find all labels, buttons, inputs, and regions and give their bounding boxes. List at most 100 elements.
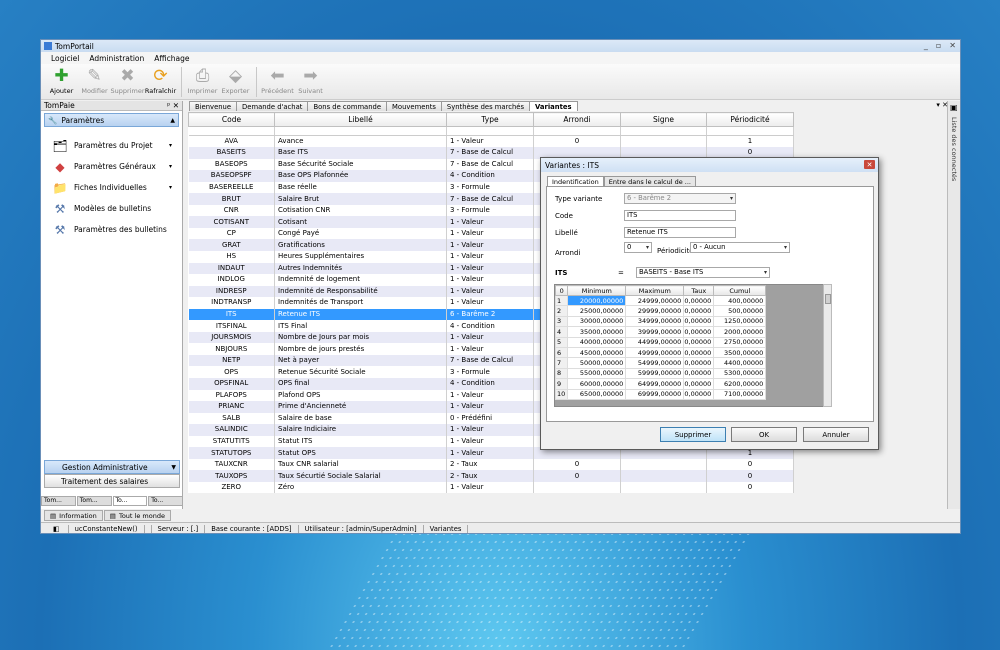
bareme-minimum-cell[interactable]: 30000,00000	[567, 315, 627, 328]
code-cell[interactable]: BASEREELLE	[188, 181, 275, 194]
empty-cell[interactable]	[446, 126, 534, 136]
type-cell[interactable]: 1 - Valeur	[446, 135, 534, 148]
category-parametres[interactable]: 🔧 Paramètres ▲	[44, 113, 179, 127]
bareme-cumul-cell[interactable]: 2750,00000	[713, 336, 767, 348]
code-cell[interactable]: ITS	[188, 308, 275, 321]
type-cell[interactable]: 1 - Valeur	[446, 481, 534, 494]
code-cell[interactable]: ITSFINAL	[188, 320, 275, 332]
periodicite-select[interactable]: 0 - Aucun ▾	[690, 242, 790, 253]
bareme-maximum-cell[interactable]: 29999,00000	[625, 305, 685, 317]
arrondi-select[interactable]: 0 ▾	[624, 242, 652, 253]
bareme-taux-cell[interactable]: 0,00000	[683, 326, 715, 338]
periodicite-cell[interactable]: 0	[706, 458, 794, 471]
bareme-minimum-cell[interactable]: 65000,00000	[567, 388, 627, 400]
bareme-cumul-cell[interactable]: 7100,00000	[713, 388, 767, 400]
bareme-taux-cell[interactable]: 0,00000	[683, 294, 715, 307]
empty-cell[interactable]	[188, 126, 275, 136]
tab-bons-commande[interactable]: Bons de commande	[307, 101, 388, 111]
print-button[interactable]: ⎙ Imprimer	[186, 64, 219, 95]
export-button[interactable]: ⬙ Exporter	[219, 64, 252, 95]
libelle-cell[interactable]: Taux CNR salarial	[274, 458, 447, 471]
libelle-cell[interactable]: Statut ITS	[274, 435, 447, 448]
bareme-col-cumul[interactable]: Cumul	[713, 285, 767, 296]
bareme-col-index[interactable]: 0	[555, 285, 569, 296]
bareme-cumul-cell[interactable]: 500,00000	[713, 305, 767, 317]
bareme-maximum-cell[interactable]: 59999,00000	[625, 367, 685, 380]
bareme-taux-cell[interactable]: 0,00000	[683, 388, 715, 400]
type-cell[interactable]: 2 - Taux	[446, 458, 534, 471]
libelle-cell[interactable]: Cotisation CNR	[274, 204, 447, 217]
code-cell[interactable]: CNR	[188, 204, 275, 217]
type-cell[interactable]: 1 - Valeur	[446, 239, 534, 251]
libelle-cell[interactable]: OPS final	[274, 377, 447, 390]
annuler-button[interactable]: Annuler	[803, 427, 869, 442]
signe-cell[interactable]	[620, 481, 707, 494]
bareme-row[interactable]: 5 40000,00000 44999,00000 0,00000 2750,00000	[555, 336, 767, 348]
code-cell[interactable]: BASEOPSPF	[188, 170, 275, 182]
type-variante-select[interactable]: 6 - Barême 2 ▾	[624, 193, 736, 204]
col-code[interactable]: Code	[188, 112, 275, 127]
type-cell[interactable]: 4 - Condition	[446, 377, 534, 390]
code-cell[interactable]: OPSFINAL	[188, 377, 275, 390]
libelle-cell[interactable]: Retenue ITS	[274, 308, 447, 321]
code-field[interactable]: ITS	[624, 210, 736, 221]
libelle-cell[interactable]: Salaire Brut	[274, 193, 447, 205]
type-cell[interactable]: 7 - Base de Calcul	[446, 147, 534, 159]
type-cell[interactable]: 7 - Base de Calcul	[446, 354, 534, 367]
bareme-taux-cell[interactable]: 0,00000	[683, 378, 715, 390]
code-cell[interactable]: PRIANC	[188, 401, 275, 413]
empty-cell[interactable]	[620, 126, 707, 136]
bareme-maximum-cell[interactable]: 39999,00000	[625, 326, 685, 338]
code-cell[interactable]: OPS	[188, 366, 275, 378]
type-cell[interactable]: 1 - Valeur	[446, 343, 534, 355]
bareme-cumul-cell[interactable]: 1250,00000	[713, 315, 767, 328]
bareme-taux-cell[interactable]: 0,00000	[683, 305, 715, 317]
code-cell[interactable]: INDAUT	[188, 262, 275, 275]
bareme-minimum-cell[interactable]: 20000,00000	[567, 294, 627, 307]
bareme-taux-cell[interactable]: 0,00000	[683, 357, 715, 369]
type-cell[interactable]: 1 - Valeur	[446, 424, 534, 436]
code-cell[interactable]: PLAFOPS	[188, 389, 275, 402]
libelle-cell[interactable]: Statut OPS	[274, 447, 447, 459]
bareme-index-cell[interactable]: 8	[555, 367, 569, 380]
nav-parametres-bulletins[interactable]: ⚒ Paramètres des bulletins	[41, 219, 182, 240]
code-cell[interactable]: COTISANT	[188, 216, 275, 228]
edit-button[interactable]: ✎ Modifier	[78, 64, 111, 95]
code-cell[interactable]: INDRESP	[188, 285, 275, 298]
type-cell[interactable]: 1 - Valeur	[446, 274, 534, 286]
signe-cell[interactable]	[620, 470, 707, 482]
bareme-row[interactable]: 7 50000,00000 54999,00000 0,00000 4400,00000	[555, 357, 767, 369]
libelle-cell[interactable]: Taux Sécurtié Sociale Salarial	[274, 470, 447, 482]
arrondi-cell[interactable]: 0	[533, 458, 621, 471]
code-cell[interactable]: SALINDIC	[188, 424, 275, 436]
mini-tab[interactable]: Tom...	[41, 496, 76, 506]
type-cell[interactable]: 1 - Valeur	[446, 447, 534, 459]
bareme-index-cell[interactable]: 10	[555, 388, 569, 400]
bareme-row[interactable]: 10 65000,00000 69999,00000 0,00000 7100,0000…	[555, 388, 767, 400]
base-select[interactable]: BASEITS - Base ITS ▾	[636, 267, 770, 278]
periodicite-cell[interactable]: 1	[706, 135, 794, 148]
nav-parametres-generaux[interactable]: ◆ Paramètres Généraux ▾	[41, 156, 182, 177]
bareme-maximum-cell[interactable]: 54999,00000	[625, 357, 685, 369]
category-traitement-salaires[interactable]: Traitement des salaires	[44, 474, 180, 488]
mini-tab[interactable]: To...	[112, 496, 148, 506]
type-cell[interactable]: 0 - Prédéfini	[446, 412, 534, 425]
libelle-cell[interactable]: Retenue Sécurité Sociale	[274, 366, 447, 378]
bareme-cumul-cell[interactable]: 6200,00000	[713, 378, 767, 390]
libelle-field[interactable]: Retenue ITS	[624, 227, 736, 238]
scroll-thumb[interactable]	[825, 294, 831, 304]
bareme-index-cell[interactable]: 7	[555, 357, 569, 369]
code-cell[interactable]: BASEOPS	[188, 158, 275, 171]
code-cell[interactable]: GRAT	[188, 239, 275, 251]
bareme-minimum-cell[interactable]: 35000,00000	[567, 326, 627, 338]
tab-variantes[interactable]: Variantes	[529, 101, 578, 111]
periodicite-cell[interactable]: 0	[706, 481, 794, 494]
col-libelle[interactable]: Libellé	[274, 112, 447, 127]
supprimer-button[interactable]: Supprimer	[660, 427, 726, 442]
type-cell[interactable]: 6 - Barême 2	[446, 308, 534, 321]
code-cell[interactable]: TAUXCNR	[188, 458, 275, 471]
bareme-minimum-cell[interactable]: 25000,00000	[567, 305, 627, 317]
libelle-cell[interactable]: Prime d'Ancienneté	[274, 401, 447, 413]
mini-tab[interactable]: Tom...	[76, 496, 112, 506]
type-cell[interactable]: 1 - Valeur	[446, 297, 534, 309]
